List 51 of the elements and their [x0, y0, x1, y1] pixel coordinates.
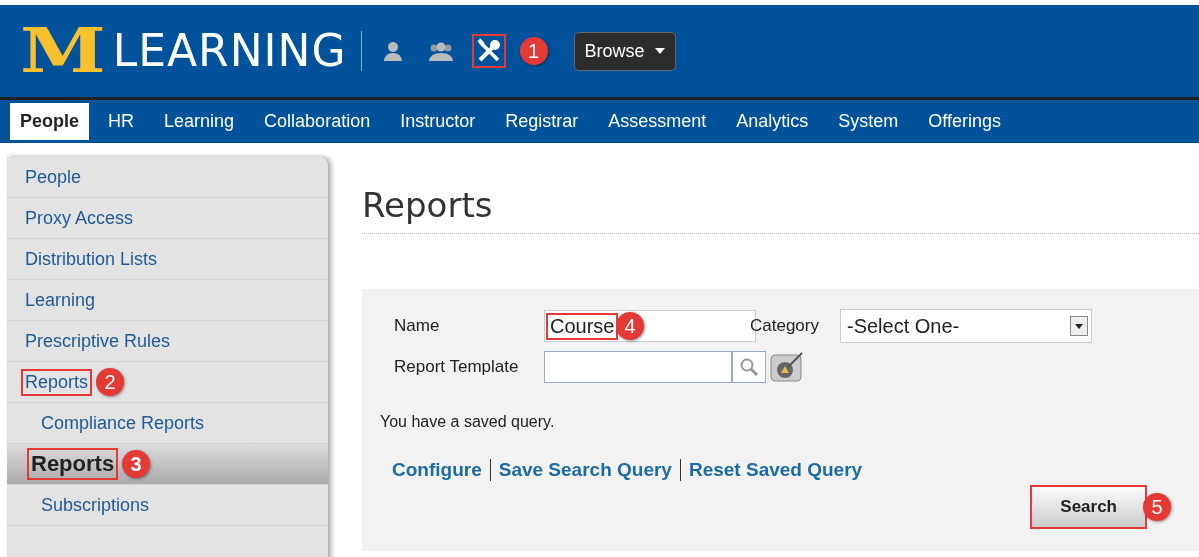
sidebar-item[interactable]: Learning: [7, 280, 328, 321]
sidebar-item[interactable]: Reports 2: [7, 362, 328, 403]
template-field[interactable]: [544, 351, 732, 383]
search-icon: [739, 357, 759, 377]
callout-badge: 3: [122, 450, 151, 478]
nav-tab[interactable]: System: [823, 103, 914, 140]
search-button[interactable]: [732, 351, 766, 383]
field-label: Name: [393, 316, 441, 336]
sidebar-item-label: Compliance Reports: [40, 411, 206, 435]
sidebar-item[interactable]: People: [7, 157, 328, 198]
nav-tab[interactable]: Learning: [149, 103, 250, 140]
brush-icon[interactable]: [770, 352, 804, 382]
sidebar-item[interactable]: Subscriptions: [7, 485, 328, 526]
sidebar-item-label: Reports: [21, 368, 93, 396]
caret-icon: [654, 48, 665, 54]
group-icon[interactable]: [427, 40, 454, 62]
nav-tab[interactable]: Registrar: [490, 103, 594, 140]
sidebar-item-label: Distribution Lists: [24, 247, 159, 271]
callout-badge: 1: [519, 37, 548, 65]
saved-query-message: You have a saved query.: [380, 413, 556, 431]
search-button[interactable]: Search: [1030, 485, 1147, 529]
nav-tab[interactable]: Assessment: [593, 103, 722, 140]
action-link[interactable]: Reset Saved Query: [688, 459, 863, 481]
nav-tab[interactable]: HR: [93, 103, 150, 140]
callout-badge: 5: [1143, 493, 1171, 521]
logo-letter: M: [20, 20, 106, 82]
sidebar-item[interactable]: Proxy Access: [7, 198, 328, 239]
nav-tab[interactable]: Collaboration: [249, 103, 386, 140]
sidebar-item-label: Subscriptions: [40, 493, 151, 517]
category-dropdown[interactable]: -Select One-: [840, 309, 1092, 343]
field-label: Report Template: [393, 357, 520, 377]
sidebar-item-label: Reports: [27, 448, 119, 480]
logo-text: LEARNING: [112, 29, 347, 73]
nav-tab[interactable]: People: [10, 103, 90, 140]
sidebar-item-label: Learning: [24, 288, 97, 312]
callout-badge: 2: [96, 368, 125, 396]
page-title: Reports: [362, 185, 1199, 234]
sidebar-item[interactable]: Distribution Lists: [7, 239, 328, 280]
sidebar-item-label: Proxy Access: [24, 206, 135, 230]
sidebar-item-label: People: [24, 165, 83, 189]
sidebar-item-label: Prescriptive Rules: [24, 329, 172, 353]
sidebar-item[interactable]: Prescriptive Rules: [7, 321, 328, 362]
field-value: Course: [546, 312, 619, 340]
nav-tab[interactable]: Instructor: [385, 103, 491, 140]
person-icon[interactable]: [381, 40, 404, 62]
nav-tab[interactable]: Analytics: [721, 103, 824, 140]
action-link[interactable]: Save Search Query: [498, 459, 672, 481]
selected-sidebar-item[interactable]: Reports 3: [7, 444, 328, 485]
nav-tab[interactable]: Offerings: [913, 103, 1017, 140]
action-link[interactable]: Configure: [392, 459, 482, 481]
browse-button[interactable]: Browse: [573, 31, 676, 71]
